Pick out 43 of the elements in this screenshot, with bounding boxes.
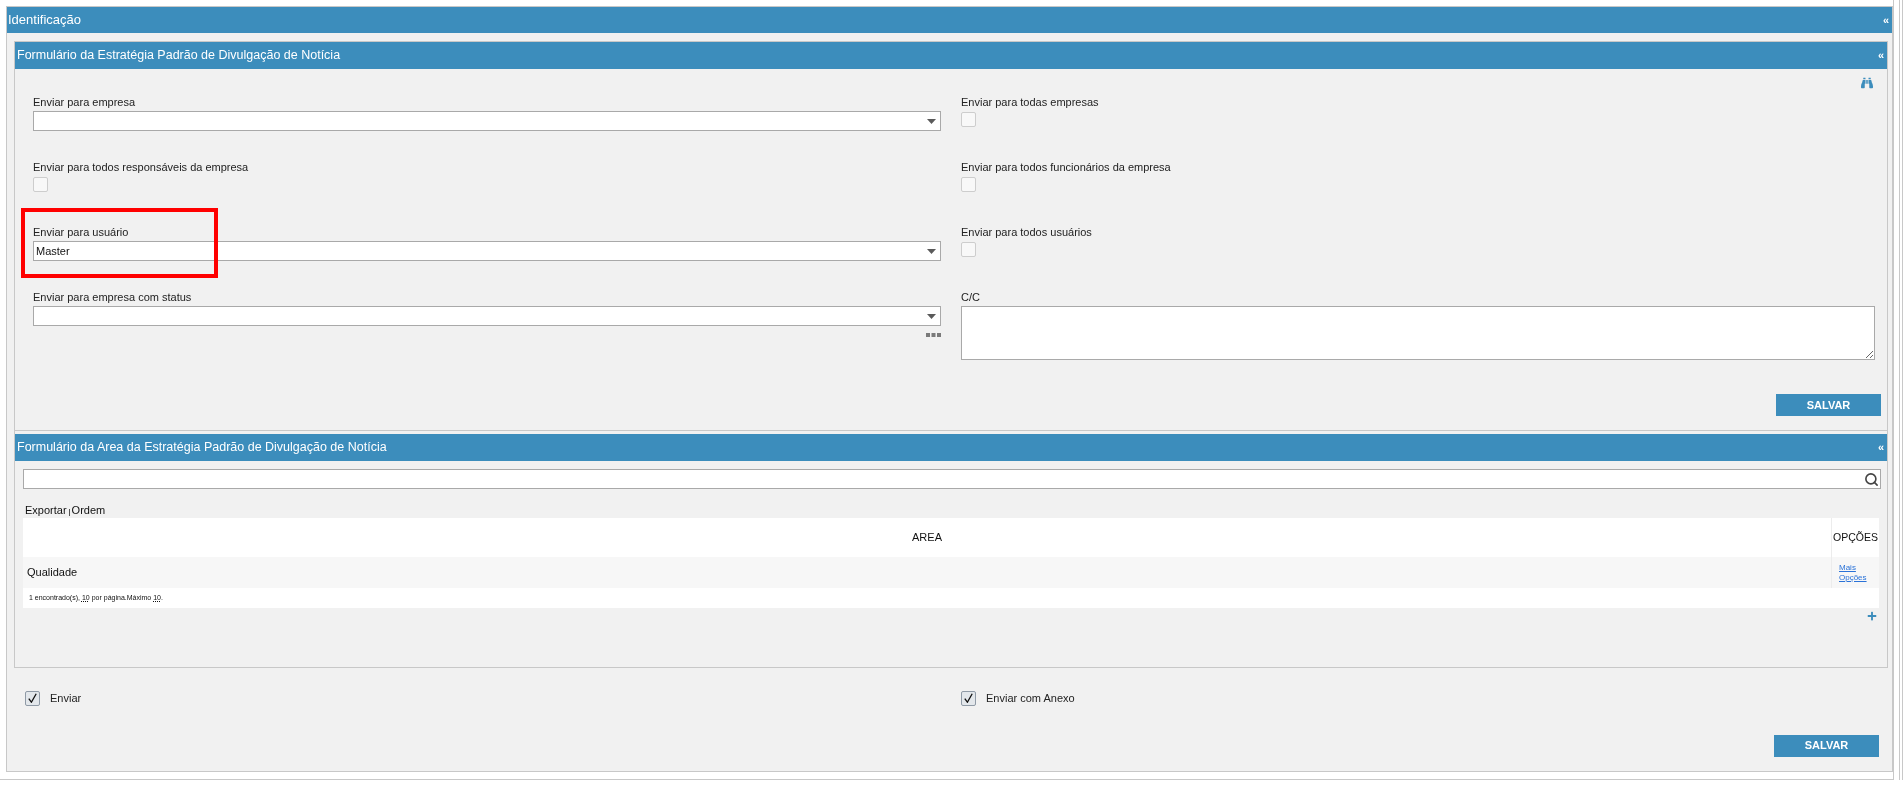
field-label: Enviar para empresa	[33, 96, 137, 109]
checkbox[interactable]	[33, 177, 48, 192]
panel-title: Identificação	[8, 11, 81, 30]
toolbar-link[interactable]: Exportar	[25, 504, 67, 517]
collapse-button[interactable]: «	[1877, 50, 1884, 61]
save-button[interactable]: SALVAR	[1774, 734, 1879, 757]
plus-icon[interactable]	[1867, 611, 1877, 621]
checkbox[interactable]	[961, 177, 976, 192]
column-header: AREA	[911, 530, 943, 546]
dropdown-field[interactable]: Master	[33, 241, 941, 261]
panel-title: Formulário da Area da Estratégia Padrão de Divulgação de Notícia	[17, 439, 387, 457]
checkbox[interactable]	[25, 690, 40, 706]
binoculars-icon[interactable]	[1861, 77, 1873, 89]
more-options-link[interactable]: Mais Opções	[1839, 562, 1871, 583]
field-label: Enviar para todas empresas	[961, 96, 1100, 109]
caret-icon	[927, 313, 936, 319]
table-cell-text: Qualidade	[26, 565, 79, 581]
collapse-button[interactable]: «	[1882, 14, 1889, 26]
checkbox-label: Enviar com Anexo	[986, 691, 1075, 706]
panel-title: Formulário da Estratégia Padrão de Divulgação de Notícia	[17, 47, 341, 65]
collapse-button[interactable]: «	[1877, 442, 1884, 453]
dropdown-field[interactable]	[33, 111, 941, 131]
caret-icon	[927, 248, 936, 254]
caret-icon	[927, 118, 936, 124]
checkbox[interactable]	[961, 690, 976, 706]
dropdown-field[interactable]	[33, 306, 941, 326]
field-label: Enviar para todos responsáveis da empresa	[33, 161, 250, 174]
toolbar-link[interactable]: Ordem	[71, 504, 106, 517]
checkbox[interactable]	[961, 242, 976, 257]
field-label: Enviar para todos funcionários da empresa	[961, 161, 1172, 174]
field-label: Enviar para todos usuários	[961, 226, 1093, 239]
save-button[interactable]: SALVAR	[1776, 394, 1881, 416]
check-icon	[28, 693, 37, 704]
search-field[interactable]	[23, 469, 1881, 489]
check-icon	[964, 693, 973, 704]
cc-field[interactable]	[961, 306, 1875, 360]
ellipsis-icon[interactable]	[926, 333, 941, 337]
search-icon[interactable]	[1864, 471, 1879, 487]
field-label: Enviar para usuário	[33, 226, 130, 239]
checkbox[interactable]	[961, 112, 976, 127]
field-label: Enviar para empresa com status	[33, 291, 193, 304]
field-label: C/C	[961, 291, 981, 304]
checkbox-label: Enviar	[50, 691, 82, 706]
